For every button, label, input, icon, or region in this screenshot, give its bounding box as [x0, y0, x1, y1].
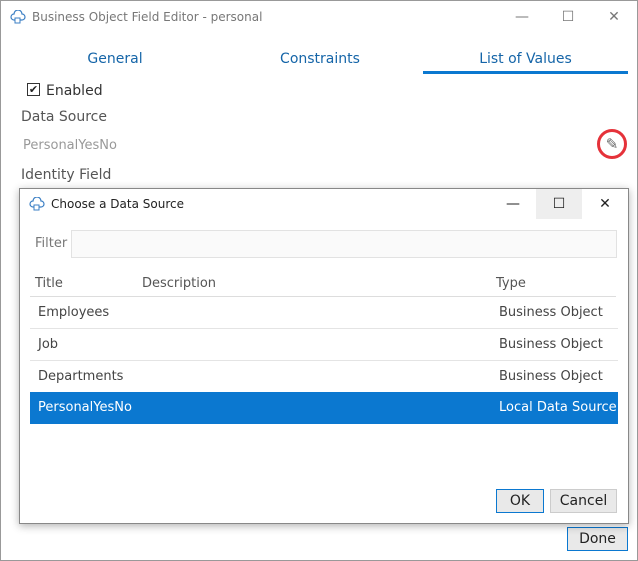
- row-title: Departments: [38, 369, 124, 384]
- cloud-icon: [10, 10, 26, 24]
- table-row-selected[interactable]: PersonalYesNo Local Data Source: [30, 392, 618, 424]
- table-row[interactable]: Job Business Object: [30, 329, 618, 361]
- dialog-close-button[interactable]: ✕: [582, 189, 628, 219]
- tab-list-of-values[interactable]: List of Values: [423, 47, 628, 74]
- identity-field-label: Identity Field: [21, 167, 112, 183]
- filter-input[interactable]: [71, 230, 617, 258]
- dialog-minimize-button[interactable]: —: [490, 189, 536, 219]
- cloud-icon: [29, 197, 45, 211]
- title-bar: Business Object Field Editor - personal …: [1, 1, 637, 33]
- dialog-title-bar: Choose a Data Source — ☐ ✕: [20, 189, 628, 219]
- row-type: Business Object: [499, 337, 603, 352]
- column-title[interactable]: Title: [35, 276, 63, 291]
- choose-data-source-dialog: Choose a Data Source — ☐ ✕ Filter Title …: [19, 188, 629, 524]
- row-type: Local Data Source: [499, 400, 617, 415]
- pencil-icon: ✎: [605, 135, 619, 153]
- enabled-checkbox[interactable]: ✔: [27, 83, 40, 96]
- ok-button[interactable]: OK: [496, 489, 544, 513]
- row-title: Employees: [38, 305, 110, 320]
- column-description[interactable]: Description: [142, 276, 216, 291]
- filter-label: Filter: [35, 236, 68, 251]
- cancel-button[interactable]: Cancel: [550, 489, 617, 513]
- row-title: Job: [38, 337, 59, 352]
- row-type: Business Object: [499, 305, 603, 320]
- table-row[interactable]: Employees Business Object: [30, 297, 618, 329]
- column-type[interactable]: Type: [496, 276, 526, 291]
- tab-constraints[interactable]: Constraints: [220, 47, 420, 74]
- table-row[interactable]: Departments Business Object: [30, 361, 618, 393]
- maximize-button[interactable]: ☐: [545, 1, 591, 33]
- done-button[interactable]: Done: [567, 527, 628, 551]
- minimize-button[interactable]: —: [499, 1, 545, 33]
- row-title: PersonalYesNo: [38, 400, 132, 415]
- tab-bar: General Constraints List of Values: [1, 47, 637, 75]
- tab-general[interactable]: General: [15, 47, 215, 74]
- window-title: Business Object Field Editor - personal: [32, 10, 263, 24]
- edit-data-source-button[interactable]: ✎: [597, 129, 627, 159]
- data-source-value: PersonalYesNo: [23, 138, 117, 153]
- enabled-label: Enabled: [46, 83, 103, 99]
- row-type: Business Object: [499, 369, 603, 384]
- dialog-title: Choose a Data Source: [51, 197, 184, 211]
- data-source-label: Data Source: [21, 109, 107, 125]
- dialog-maximize-button[interactable]: ☐: [536, 189, 582, 219]
- close-button[interactable]: ✕: [591, 1, 637, 33]
